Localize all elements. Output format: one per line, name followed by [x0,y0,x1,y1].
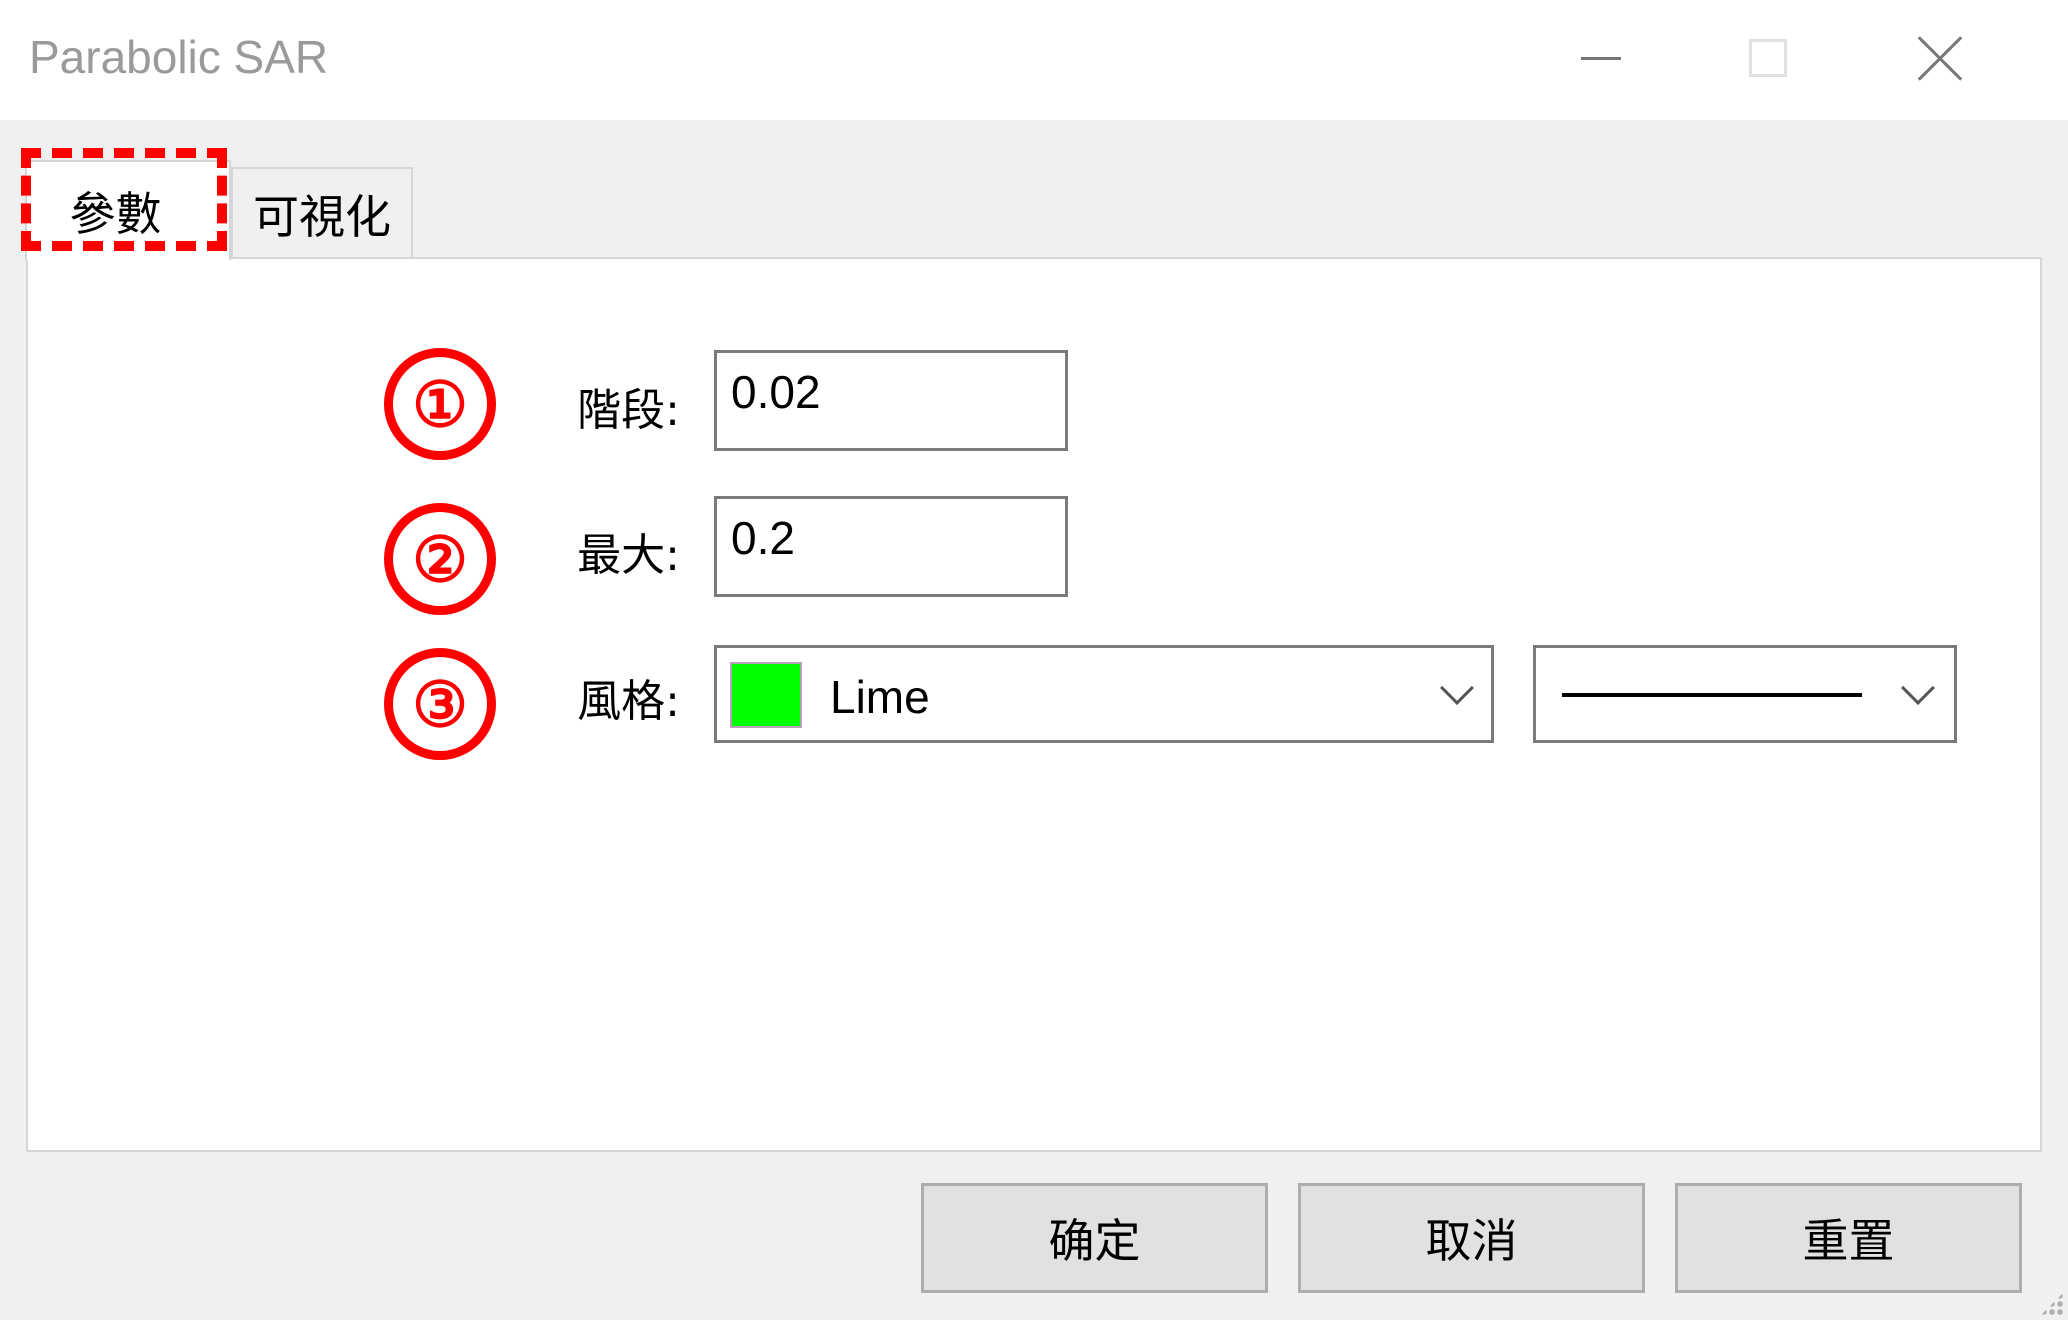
close-button[interactable] [1880,20,2000,100]
minimize-icon [1581,57,1621,60]
window-title: Parabolic SAR [29,31,329,83]
maximum-label: 最大: [577,530,680,581]
cancel-button[interactable]: 取消 [1298,1183,1645,1293]
close-icon [1918,37,1962,81]
ok-button[interactable]: 确定 [921,1183,1268,1293]
tab-visualization[interactable]: 可視化 [231,167,413,258]
color-swatch [730,662,802,728]
tab-parameters[interactable]: 參數 [25,160,231,260]
minimize-button[interactable] [1541,20,1661,100]
maximum-input[interactable]: 0.2 [714,496,1068,597]
reset-button[interactable]: 重置 [1675,1183,2022,1293]
step-label: 階段: [577,385,680,436]
color-name: Lime [830,671,930,723]
solid-line-sample [1562,693,1862,697]
chevron-down-icon [1440,671,1474,705]
maximize-button[interactable] [1708,20,1828,100]
color-dropdown[interactable]: Lime [714,645,1494,743]
chevron-down-icon [1901,671,1935,705]
line-style-dropdown[interactable] [1533,645,1957,743]
resize-grip-icon[interactable] [2040,1292,2064,1316]
maximize-icon [1749,39,1787,77]
style-label: 風格: [577,676,680,727]
step-input[interactable]: 0.02 [714,350,1068,451]
title-bar: Parabolic SAR [0,0,2068,120]
